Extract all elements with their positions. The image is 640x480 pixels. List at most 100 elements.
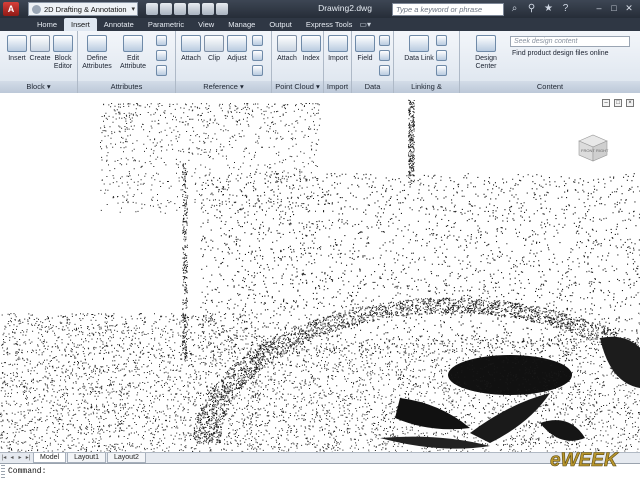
tab-layout2[interactable]: Layout2: [107, 453, 146, 463]
watermark-text: eWEEK: [550, 450, 619, 471]
document-title: Drawing2.dwg: [318, 3, 372, 13]
insert-block-label: Insert: [8, 55, 26, 62]
ribbon-tabs: Home Insert Annotate Parametric View Man…: [0, 18, 640, 31]
viewport-restore-button[interactable]: □: [614, 99, 622, 107]
create-block-icon: [30, 35, 50, 52]
gear-icon: [32, 4, 41, 14]
attribute-manager-icon[interactable]: [156, 35, 167, 46]
layout-tab-bar: |◂ ◂ ▸ ▸| Model Layout1 Layout2: [0, 452, 640, 463]
adjust-icon: [227, 35, 247, 52]
index-button[interactable]: Index: [296, 35, 326, 63]
command-line-grip[interactable]: [1, 465, 5, 479]
define-attributes-button[interactable]: Define Attributes: [80, 35, 114, 71]
design-center-icon: [476, 35, 496, 52]
ole-object-icon[interactable]: [379, 50, 390, 61]
ribbon-options-icon[interactable]: ▭▾: [359, 18, 381, 31]
tab-insert[interactable]: Insert: [64, 18, 97, 31]
tab-layout1[interactable]: Layout1: [67, 453, 106, 463]
tab-manage[interactable]: Manage: [221, 18, 262, 31]
next-layout-icon[interactable]: ▸: [16, 454, 24, 463]
clip-icon: [204, 35, 224, 52]
viewport-close-button[interactable]: ×: [626, 99, 634, 107]
define-attributes-label: Define Attributes: [82, 55, 112, 70]
field-button[interactable]: Field: [350, 35, 380, 63]
import-icon: [328, 35, 348, 52]
import-label: Import: [328, 55, 348, 62]
eweek-watermark: eWEEK: [550, 450, 619, 471]
first-layout-icon[interactable]: |◂: [0, 454, 8, 463]
point-cloud-view: [0, 99, 640, 452]
tab-model[interactable]: Model: [33, 453, 67, 463]
last-layout-icon[interactable]: ▸|: [24, 454, 32, 463]
command-line[interactable]: Command:: [0, 463, 640, 480]
attributes-panel: Define Attributes Edit Attribute Attribu…: [78, 31, 176, 93]
binoculars-icon[interactable]: ⌕: [508, 2, 521, 15]
download-icon[interactable]: [436, 65, 447, 76]
block-panel-title[interactable]: Block ▾: [0, 81, 77, 93]
workspace-dropdown[interactable]: 2D Drafting & Annotation ▾: [28, 2, 138, 16]
plot-icon[interactable]: [216, 3, 228, 15]
linking-extraction-panel: Data Link Linking & Extraction: [394, 31, 460, 103]
tab-home[interactable]: Home: [30, 18, 64, 31]
index-icon: [301, 35, 321, 52]
edit-attribute-button[interactable]: Edit Attribute: [116, 35, 150, 71]
define-attributes-icon: [87, 35, 107, 52]
help-search-input[interactable]: Type a keyword or phrase: [392, 3, 504, 16]
maximize-button[interactable]: □: [607, 2, 621, 15]
point-cloud-attach-icon: [277, 35, 297, 52]
content-panel-title: Content: [460, 81, 640, 93]
field-icon: [355, 35, 375, 52]
reference-panel-title[interactable]: Reference ▾: [176, 81, 271, 93]
star-icon[interactable]: ★: [542, 2, 555, 15]
quick-access-toolbar: [144, 3, 228, 15]
insert-block-icon: [7, 35, 27, 52]
viewcube-right-label: RIGHT: [596, 148, 609, 153]
tab-output[interactable]: Output: [262, 18, 299, 31]
update-fields-icon[interactable]: [379, 35, 390, 46]
communication-center-icon[interactable]: ⚲: [525, 2, 538, 15]
open-icon[interactable]: [160, 3, 172, 15]
import-button[interactable]: Import: [323, 35, 353, 63]
tab-view[interactable]: View: [191, 18, 221, 31]
adjust-button[interactable]: Adjust: [222, 35, 252, 63]
attribute-extract-icon[interactable]: [156, 65, 167, 76]
point-cloud-panel: Attach Index Point Cloud ▾: [272, 31, 324, 93]
upload-icon[interactable]: [436, 50, 447, 61]
viewcube[interactable]: FRONT RIGHT: [575, 129, 611, 165]
tab-parametric[interactable]: Parametric: [141, 18, 191, 31]
infocenter-toolbar: ⌕ ⚲ ★ ?: [508, 2, 576, 15]
tab-annotate[interactable]: Annotate: [97, 18, 141, 31]
workspace-label: 2D Drafting & Annotation: [44, 4, 127, 14]
block-editor-button[interactable]: Block Editor: [48, 35, 78, 71]
application-menu-button[interactable]: A: [0, 0, 22, 18]
tab-express-tools[interactable]: Express Tools: [299, 18, 360, 31]
previous-layout-icon[interactable]: ◂: [8, 454, 16, 463]
title-bar: A 2D Drafting & Annotation ▾ Drawing2.dw…: [0, 0, 640, 18]
synchronize-icon[interactable]: [156, 50, 167, 61]
snap-to-underlays-icon[interactable]: [252, 65, 263, 76]
autocad-logo-icon: A: [3, 2, 19, 16]
linking-extraction-panel-title: Linking & Extraction: [394, 81, 459, 103]
data-panel: Field Data: [352, 31, 394, 93]
adjust-label: Adjust: [227, 55, 247, 62]
undo-icon[interactable]: [188, 3, 200, 15]
seek-design-content-input[interactable]: Seek design content: [510, 36, 630, 47]
data-link-button[interactable]: Data Link: [404, 35, 434, 63]
new-icon[interactable]: [146, 3, 158, 15]
frames-icon[interactable]: [252, 50, 263, 61]
underlay-layers-icon[interactable]: [252, 35, 263, 46]
design-center-button[interactable]: Design Center: [464, 35, 508, 71]
drawing-canvas[interactable]: – □ × FRONT RIGHT: [0, 93, 640, 452]
find-design-files-link[interactable]: Find product design files online: [512, 50, 609, 57]
clip-label: Clip: [207, 55, 221, 62]
redo-icon[interactable]: [202, 3, 214, 15]
viewcube-front-label: FRONT: [581, 148, 595, 153]
point-cloud-panel-title[interactable]: Point Cloud ▾: [272, 81, 323, 93]
viewport-minimize-button[interactable]: –: [602, 99, 610, 107]
minimize-button[interactable]: –: [592, 2, 606, 15]
extract-data-icon[interactable]: [436, 35, 447, 46]
hyperlink-icon[interactable]: [379, 65, 390, 76]
close-button[interactable]: ✕: [622, 2, 636, 15]
help-icon[interactable]: ?: [559, 2, 572, 15]
save-icon[interactable]: [174, 3, 186, 15]
